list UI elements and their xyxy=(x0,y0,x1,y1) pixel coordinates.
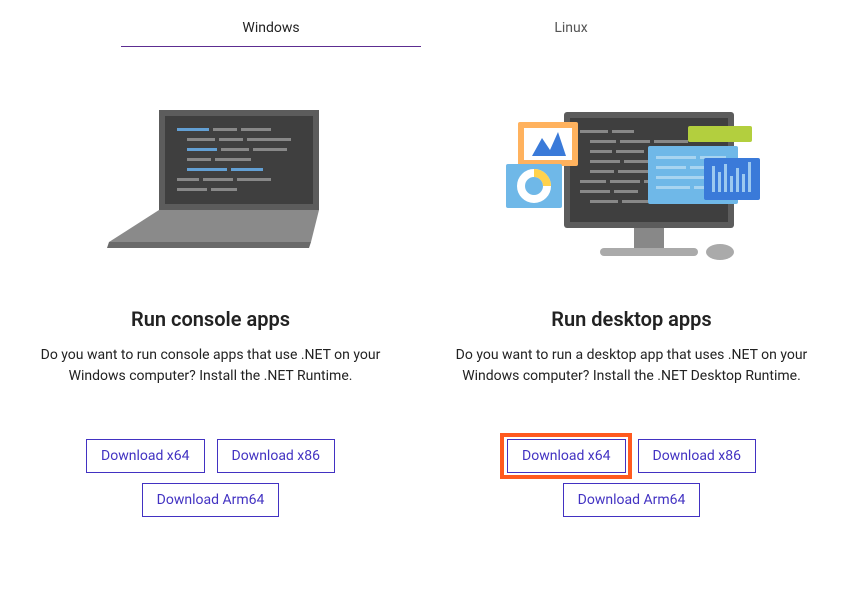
download-arm64-console-button[interactable]: Download Arm64 xyxy=(142,483,280,517)
console-buttons-row2: Download Arm64 xyxy=(142,483,280,517)
os-tabs: Windows Linux xyxy=(0,0,842,47)
desktop-buttons-row1: Download x64 Download x86 xyxy=(507,439,756,473)
download-arm64-desktop-button[interactable]: Download Arm64 xyxy=(563,483,701,517)
desktop-desc: Do you want to run a desktop app that us… xyxy=(442,345,822,387)
laptop-code-icon xyxy=(91,102,331,282)
tab-linux[interactable]: Linux xyxy=(421,10,721,47)
download-x64-desktop-button[interactable]: Download x64 xyxy=(507,439,625,473)
content-columns: Run console apps Do you want to run cons… xyxy=(0,47,842,517)
download-x64-console-button[interactable]: Download x64 xyxy=(86,439,204,473)
desktop-illustration xyxy=(492,47,772,307)
tab-windows[interactable]: Windows xyxy=(121,10,421,47)
download-x86-desktop-button[interactable]: Download x86 xyxy=(638,439,756,473)
desktop-monitor-icon xyxy=(492,102,772,282)
desktop-buttons-row2: Download Arm64 xyxy=(563,483,701,517)
console-buttons-row1: Download x64 Download x86 xyxy=(86,439,335,473)
desktop-title: Run desktop apps xyxy=(551,307,711,331)
laptop-illustration xyxy=(91,47,331,307)
download-x86-console-button[interactable]: Download x86 xyxy=(217,439,335,473)
console-title: Run console apps xyxy=(131,307,290,331)
highlighted-download: Download x64 xyxy=(507,439,625,473)
column-console: Run console apps Do you want to run cons… xyxy=(0,47,421,517)
console-desc: Do you want to run console apps that use… xyxy=(21,345,401,387)
column-desktop: Run desktop apps Do you want to run a de… xyxy=(421,47,842,517)
